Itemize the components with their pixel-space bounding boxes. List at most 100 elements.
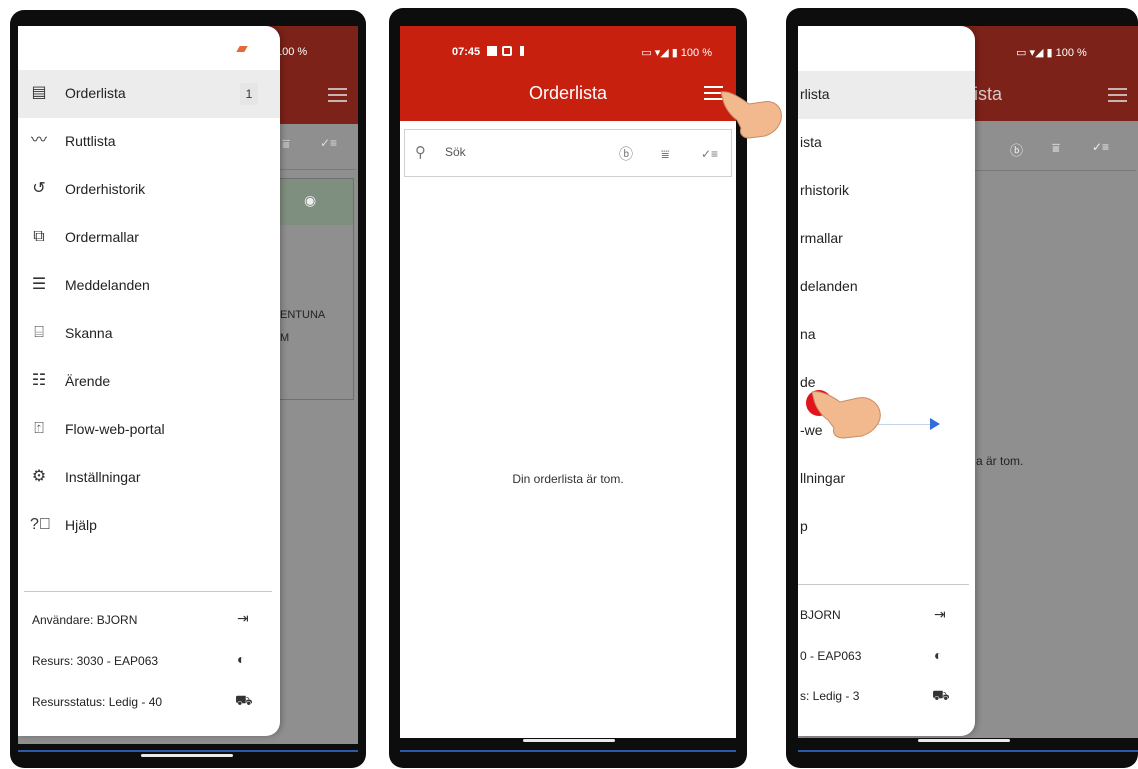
drawer-divider: [24, 591, 272, 592]
menu-item-ruttlista[interactable]: 〰 Ruttlista: [18, 118, 280, 166]
phone-2-nav-accent: [400, 750, 736, 752]
menu-item-flow-web-portal[interactable]: ⍐ Flow-web-portal: [18, 406, 280, 454]
phone-2-screen: 07:45 ▭ ▾◢ ▮ 100 % Orderlista ⚲ Sök ⓑ ⩸ …: [400, 26, 736, 738]
menu-label: Flow-web-portal: [65, 421, 165, 437]
resource-switch-icon[interactable]: ◐: [934, 647, 942, 663]
menu-item-ruttlista[interactable]: ista: [798, 119, 975, 167]
menu-item-ordermallar[interactable]: rmallar: [798, 215, 975, 263]
phone-3-nav-accent: [798, 750, 1138, 752]
phone-1-screen: 100 % ⩸ ✓≡ ◉ ENTUNA M ▤ Orderlista 1 〰 R…: [18, 26, 358, 744]
portal-icon: ⍐: [34, 420, 44, 437]
menu-item-ordermallar[interactable]: ⧉ Ordermallar: [18, 214, 280, 262]
background-checklist-icon: ✓≡: [1092, 140, 1110, 154]
phone-2-home-indicator[interactable]: [523, 739, 615, 742]
scan-icon: ⌸: [34, 324, 44, 341]
logout-icon[interactable]: ⇥: [237, 610, 249, 627]
status-time: 07:45: [452, 46, 481, 58]
menu-item-arende[interactable]: ☷ Ärende: [18, 358, 280, 406]
user-label: Användare: BJORN: [32, 613, 138, 627]
menu-label: ista: [800, 134, 822, 150]
phone-1-frame: 100 % ⩸ ✓≡ ◉ ENTUNA M ▤ Orderlista 1 〰 R…: [10, 10, 366, 768]
menu-item-skanna[interactable]: na: [798, 311, 975, 359]
background-eye-icon: ◉: [304, 192, 317, 208]
message-icon: ☰: [31, 276, 47, 293]
navigation-drawer: ▤ Orderlista 1 〰 Ruttlista ↺ Orderhistor…: [18, 26, 280, 736]
background-hamburger-icon: [328, 88, 347, 102]
resource-status-label: s: Ledig - 3: [800, 689, 860, 703]
drawer-divider: [798, 584, 969, 585]
background-card-text-2: M: [280, 332, 290, 344]
menu-label: rmallar: [800, 230, 843, 246]
menu-label: Inställningar: [65, 469, 141, 485]
menu-item-meddelanden[interactable]: ☰ Meddelanden: [18, 262, 280, 310]
menu-item-orderlista[interactable]: rlista: [798, 71, 975, 119]
truck-icon[interactable]: ⛟: [932, 687, 950, 706]
phone-3-screen: ▭ ▾◢ ▮ 100 % ista ⓑ ⩸ ✓≡ a är tom. rlist…: [798, 26, 1138, 738]
background-hamburger-icon: [1108, 88, 1127, 102]
menu-label: na: [800, 326, 816, 342]
background-status: ▭ ▾◢ ▮ 100 %: [1016, 47, 1087, 59]
menu-item-meddelanden[interactable]: delanden: [798, 263, 975, 311]
search-bar[interactable]: ⚲ Sök ⓑ ⩸ ✓≡: [404, 129, 732, 177]
truck-icon[interactable]: ⛟: [235, 692, 253, 711]
background-battery: 100 %: [276, 46, 308, 58]
logout-icon[interactable]: ⇥: [934, 606, 946, 623]
background-title-fragment: ista: [974, 84, 1003, 104]
menu-label: Meddelanden: [65, 277, 150, 293]
menu-label: p: [800, 518, 808, 534]
phone-1-nav-accent: [18, 750, 358, 752]
resource-label: 0 - EAP063: [800, 649, 862, 663]
app-header: 07:45 ▭ ▾◢ ▮ 100 % Orderlista: [400, 26, 736, 121]
route-icon: 〰: [30, 132, 47, 149]
resource-label: Resurs: 3030 - EAP063: [32, 654, 159, 668]
search-input[interactable]: Sök: [445, 145, 466, 159]
background-filter-icon: ⩸: [282, 136, 290, 151]
signal-icons: ▭ ▾◢ ▮: [641, 47, 678, 59]
menu-label: Skanna: [65, 325, 113, 341]
menu-label: Orderlista: [65, 85, 126, 101]
phone-1-home-indicator[interactable]: [141, 754, 233, 757]
menu-item-hjalp[interactable]: p: [798, 503, 975, 551]
menu-item-installningar[interactable]: llningar: [798, 455, 975, 503]
book-icon: ⧉: [33, 228, 45, 245]
menu-item-orderhistorik[interactable]: rhistorik: [798, 167, 975, 215]
filter-icon[interactable]: ⩸: [661, 147, 670, 161]
resource-switch-icon[interactable]: ◐: [237, 651, 245, 667]
menu-label: llningar: [800, 470, 846, 486]
navigation-drawer-partial: rlista ista rhistorik rmallar delanden n…: [798, 26, 975, 736]
menu-item-installningar[interactable]: ⚙ Inställningar: [18, 454, 280, 502]
page-title: Orderlista: [528, 83, 608, 103]
drawer-status-icon: [236, 46, 248, 52]
user-label: BJORN: [800, 608, 841, 622]
background-card-text-1: ENTUNA: [280, 309, 326, 321]
swipe-hand-icon: [811, 391, 881, 439]
menu-item-orderlista[interactable]: ▤ Orderlista 1: [18, 70, 280, 118]
resource-status-label: Resursstatus: Ledig - 40: [32, 695, 163, 709]
search-icon: ⚲: [415, 144, 426, 161]
menu-item-skanna[interactable]: ⌸ Skanna: [18, 310, 280, 358]
phone-3-home-indicator[interactable]: [918, 739, 1010, 742]
menu-item-orderhistorik[interactable]: ↺ Orderhistorik: [18, 166, 280, 214]
menu-label: delanden: [800, 278, 858, 294]
checklist-icon[interactable]: ✓≡: [701, 147, 718, 161]
menu-label: Ärende: [65, 373, 111, 389]
menu-label: Ordermallar: [65, 229, 139, 245]
menu-label: Hjälp: [65, 517, 97, 533]
order-list-icon: ▤: [31, 84, 47, 101]
case-icon: ☷: [31, 372, 47, 389]
menu-label: rhistorik: [800, 182, 850, 198]
battery-label: 100 %: [680, 46, 712, 59]
menu-item-hjalp[interactable]: ?⃝ Hjälp: [18, 502, 280, 550]
background-checklist-icon: ✓≡: [320, 136, 338, 150]
background-scan-icon: ⓑ: [1010, 143, 1024, 158]
help-icon: ?⃝: [30, 516, 51, 533]
menu-label: Ruttlista: [65, 133, 116, 149]
barcode-scan-icon[interactable]: ⓑ: [619, 147, 633, 161]
background-empty-fragment: a är tom.: [976, 454, 1024, 468]
phone-3-frame: ▭ ▾◢ ▮ 100 % ista ⓑ ⩸ ✓≡ a är tom. rlist…: [786, 8, 1138, 768]
status-notification-icons: [487, 46, 524, 56]
phone-2-frame: 07:45 ▭ ▾◢ ▮ 100 % Orderlista ⚲ Sök ⓑ ⩸ …: [389, 8, 782, 768]
tap-hand-icon: [720, 91, 782, 139]
status-bar-right: ▭ ▾◢ ▮ 100 %: [641, 46, 712, 60]
empty-list-message: Din orderlista är tom.: [512, 472, 624, 486]
